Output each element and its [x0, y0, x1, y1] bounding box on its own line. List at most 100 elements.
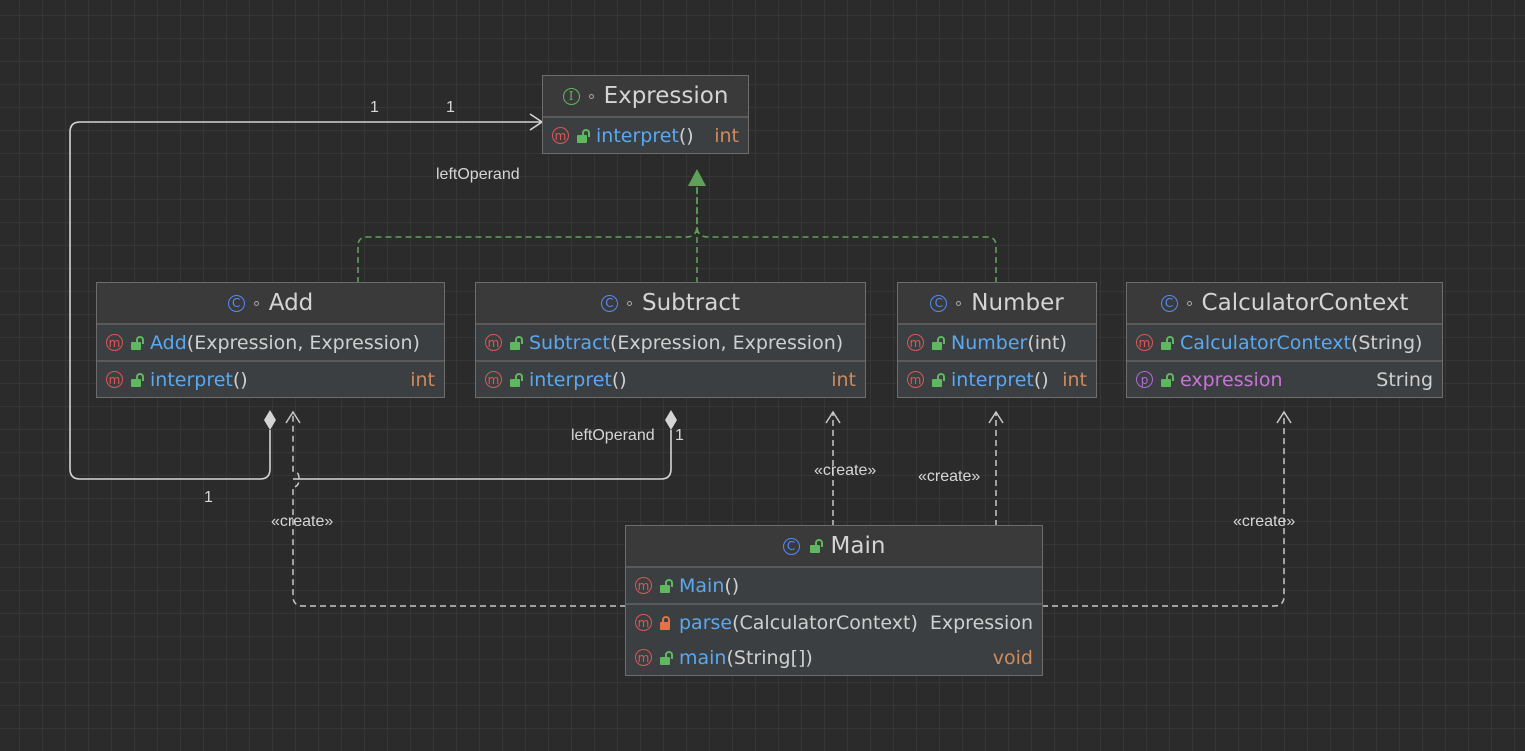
member-type: int — [1062, 368, 1087, 391]
method-row[interactable]: m Add (Expression, Expression) — [97, 325, 444, 360]
package-private-dot-icon — [253, 300, 259, 306]
public-lock-icon — [809, 539, 823, 553]
member-section: m CalculatorContext (String) — [1127, 325, 1442, 362]
create-stereotype-label: «create» — [271, 513, 333, 530]
package-private-dot-icon — [588, 93, 594, 99]
public-lock-icon — [576, 128, 590, 143]
method-row[interactable]: m parse (CalculatorContext) Expression — [626, 605, 1042, 640]
member-params: (String[]) — [726, 646, 813, 669]
member-type: int — [410, 368, 435, 391]
member-params: () — [232, 368, 248, 391]
class-node-header: I Expression — [543, 76, 748, 118]
create-stereotype-label: «create» — [918, 468, 980, 485]
class-name: Expression — [603, 83, 729, 109]
method-row[interactable]: m interpret() int — [476, 362, 865, 397]
method-icon: m — [907, 334, 924, 351]
member-params: (Expression, Expression) — [186, 331, 420, 354]
member-name: interpret — [529, 368, 612, 391]
member-section: m Add (Expression, Expression) — [97, 325, 444, 362]
realization-edge-number — [696, 225, 997, 283]
public-lock-icon — [931, 335, 945, 350]
method-icon: m — [907, 371, 924, 388]
method-icon: m — [106, 371, 123, 388]
package-private-dot-icon — [956, 300, 962, 306]
class-node-header: C CalculatorContext — [1127, 283, 1442, 325]
class-node-header: C Subtract — [476, 283, 865, 325]
method-row[interactable]: m Number (int) — [898, 325, 1096, 360]
member-params: () — [1033, 368, 1049, 391]
class-node-main[interactable]: C Main m Main() m parse (CalculatorContext) Exp… — [625, 525, 1043, 676]
member-params: () — [724, 574, 740, 597]
create-stereotype-label: «create» — [1233, 513, 1295, 530]
role-label-left-operand: leftOperand — [436, 166, 520, 183]
member-type: int — [831, 368, 856, 391]
dependency-arrowheads — [285, 410, 1292, 424]
class-node-expression[interactable]: I Expression m interpret() int — [542, 75, 749, 154]
add-composition-diamond — [264, 410, 276, 430]
method-row[interactable]: m interpret() int — [543, 118, 748, 153]
class-node-calculatorcontext[interactable]: C CalculatorContext m CalculatorContext (Str… — [1126, 282, 1443, 398]
package-private-dot-icon — [1186, 300, 1192, 306]
method-icon: m — [106, 334, 123, 351]
role-label-left-operand: leftOperand — [571, 427, 655, 444]
class-name: Subtract — [641, 290, 740, 316]
public-lock-icon — [659, 650, 673, 665]
member-params: (int) — [1027, 331, 1067, 354]
class-node-header: C Number — [898, 283, 1096, 325]
class-node-add[interactable]: C Add m Add (Expression, Expression) m interpr… — [96, 282, 445, 398]
method-row[interactable]: m interpret() int — [97, 362, 444, 397]
realization-edge-add — [357, 186, 698, 283]
class-node-header: C Main — [626, 526, 1042, 568]
member-params: () — [678, 124, 694, 147]
class-node-header: C Add — [97, 283, 444, 325]
public-lock-icon — [1160, 372, 1174, 387]
member-params: (String) — [1350, 331, 1423, 354]
method-icon: m — [1136, 334, 1153, 351]
class-node-subtract[interactable]: C Subtract m Subtract (Expression, Expressio… — [475, 282, 866, 398]
method-row[interactable]: m Main() — [626, 568, 1042, 603]
multiplicity-label: 1 — [446, 99, 455, 116]
member-type: int — [714, 124, 739, 147]
class-node-number[interactable]: C Number m Number (int) m interpret() int — [897, 282, 1097, 398]
member-type: String — [1376, 368, 1433, 391]
method-icon: m — [552, 127, 569, 144]
public-lock-icon — [509, 372, 523, 387]
method-row[interactable]: m interpret() int — [898, 362, 1096, 397]
multiplicity-label: 1 — [675, 427, 684, 444]
method-icon: m — [485, 334, 502, 351]
member-params: () — [611, 368, 627, 391]
member-type: void — [992, 646, 1033, 669]
member-section: m interpret() int — [97, 362, 444, 397]
public-lock-icon — [931, 372, 945, 387]
member-name: Main — [679, 574, 725, 597]
member-section: m Number (int) — [898, 325, 1096, 362]
member-name: interpret — [150, 368, 233, 391]
class-icon: C — [600, 294, 618, 312]
class-name: Add — [268, 290, 314, 316]
method-icon: m — [635, 577, 652, 594]
class-icon: C — [930, 294, 948, 312]
private-lock-icon — [659, 615, 671, 630]
member-name: main — [679, 646, 727, 669]
class-name: CalculatorContext — [1201, 290, 1409, 316]
member-name: CalculatorContext — [1180, 331, 1351, 354]
method-icon: m — [635, 614, 652, 631]
member-section: m interpret() int — [898, 362, 1096, 397]
member-name: Add — [150, 331, 187, 354]
member-params: (Expression, Expression) — [609, 331, 844, 354]
member-name: Number — [951, 331, 1028, 354]
method-row[interactable]: m Subtract (Expression, Expression) — [476, 325, 865, 360]
method-row[interactable]: m CalculatorContext (String) — [1127, 325, 1442, 360]
realization-edges — [357, 186, 997, 283]
class-icon: C — [782, 537, 800, 555]
member-name: Subtract — [529, 331, 610, 354]
create-stereotype-label: «create» — [814, 462, 876, 479]
member-section: m Main() — [626, 568, 1042, 605]
member-section: m interpret() int — [543, 118, 748, 153]
method-row[interactable]: m main (String[]) void — [626, 640, 1042, 675]
property-row[interactable]: p expression String — [1127, 362, 1442, 397]
multiplicity-label: 1 — [204, 489, 213, 506]
public-lock-icon — [130, 372, 144, 387]
class-icon: C — [1160, 294, 1178, 312]
class-name: Number — [971, 290, 1064, 316]
